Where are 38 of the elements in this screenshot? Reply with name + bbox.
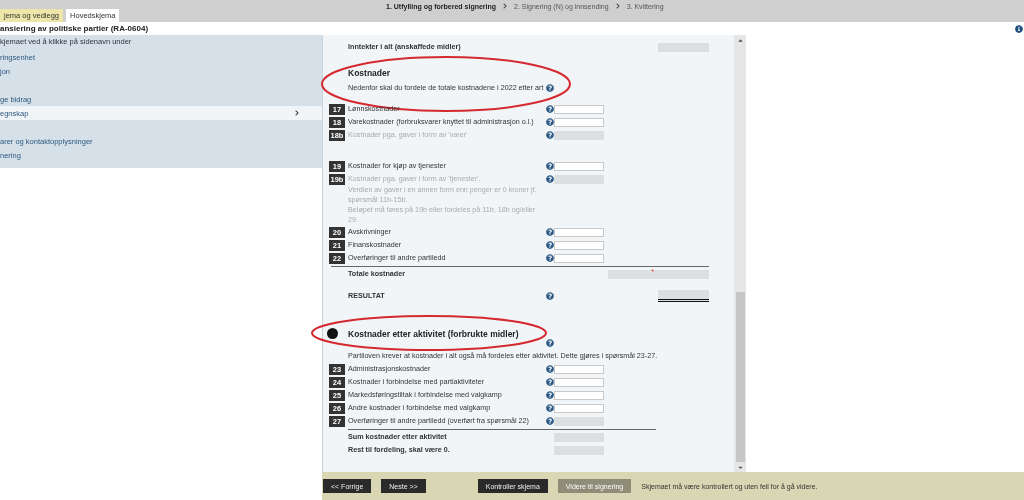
amount-field[interactable] xyxy=(554,416,604,426)
section-heading: Kostnader etter aktivitet (forbrukte midler) xyxy=(348,328,520,339)
amount-field[interactable] xyxy=(554,390,604,400)
help-icon[interactable] xyxy=(546,417,554,425)
section-heading: Kostnader xyxy=(348,68,392,78)
help-icon[interactable] xyxy=(546,365,554,373)
help-icon[interactable] xyxy=(546,339,554,347)
result-field xyxy=(658,290,709,302)
help-icon[interactable] xyxy=(546,292,554,300)
help-icon[interactable] xyxy=(546,162,554,170)
info-icon[interactable] xyxy=(1015,24,1023,33)
bullet-dot xyxy=(327,328,338,339)
chevron-icon xyxy=(614,3,621,9)
help-icon[interactable] xyxy=(546,378,554,386)
amount-field[interactable] xyxy=(554,227,604,237)
amount-field[interactable] xyxy=(554,117,604,127)
amount-field[interactable] xyxy=(554,364,604,374)
help-icon[interactable] xyxy=(546,175,554,183)
form-title: ansiering av politiske partier (RA-0604) xyxy=(0,24,149,33)
help-icon[interactable] xyxy=(546,105,554,113)
help-icon[interactable] xyxy=(546,404,554,412)
amount-field[interactable] xyxy=(554,377,604,387)
amount-field[interactable] xyxy=(554,253,604,263)
help-icon[interactable] xyxy=(546,131,554,139)
help-icon[interactable] xyxy=(546,254,554,262)
help-icon[interactable] xyxy=(546,228,554,236)
chevron-icon xyxy=(502,3,509,9)
amount-field[interactable] xyxy=(554,403,604,413)
amount-field[interactable] xyxy=(554,104,604,114)
chevron-icon xyxy=(294,110,300,116)
scrollbar[interactable] xyxy=(734,35,746,472)
scroll-thumb[interactable] xyxy=(735,292,745,462)
help-icon[interactable] xyxy=(546,118,554,126)
help-icon[interactable] xyxy=(546,84,554,92)
help-icon[interactable] xyxy=(546,391,554,399)
amount-field[interactable] xyxy=(554,161,604,171)
amount-field[interactable] xyxy=(554,240,604,250)
help-icon[interactable] xyxy=(546,241,554,249)
